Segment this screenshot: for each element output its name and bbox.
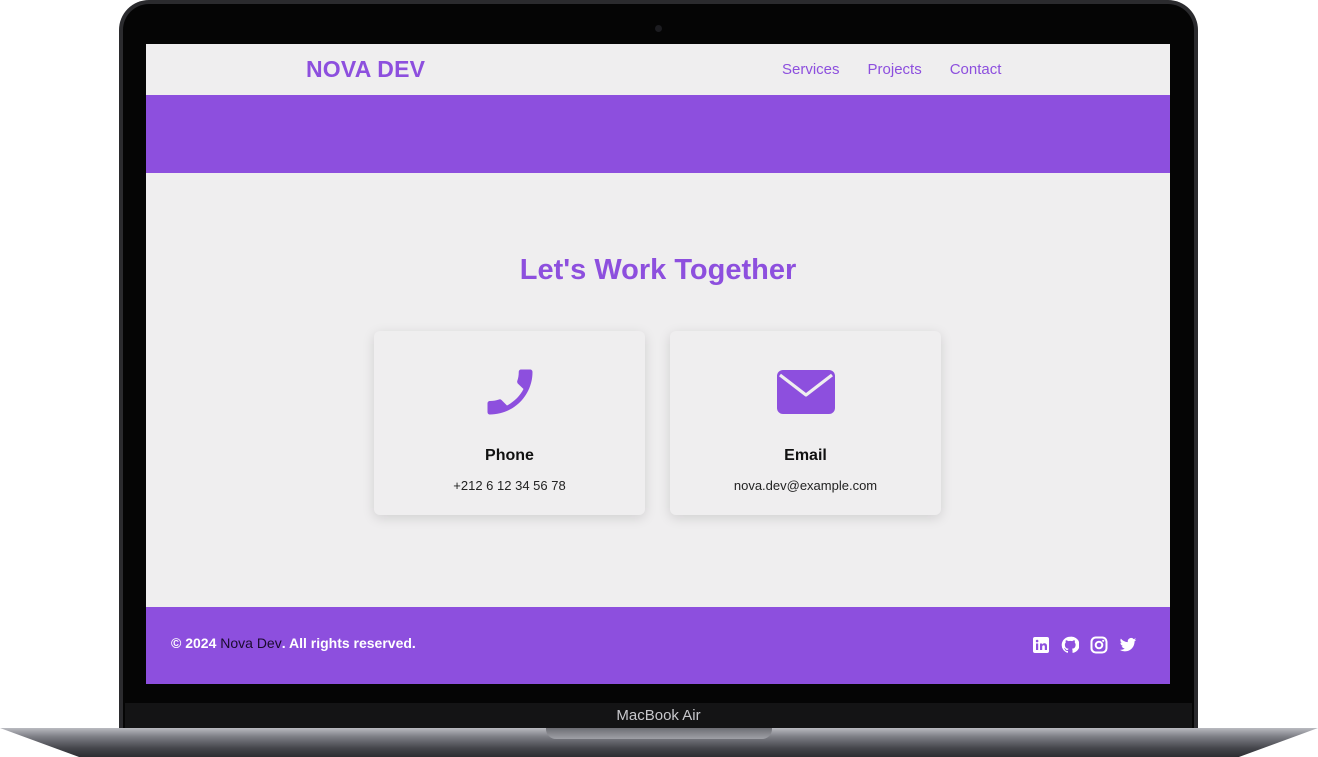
camera-icon: [655, 25, 662, 32]
envelope-icon: [776, 370, 835, 414]
card-value-email: nova.dev@example.com: [733, 478, 878, 493]
copyright-brand: Nova Dev: [220, 635, 282, 651]
nav-link-contact[interactable]: Contact: [950, 61, 1002, 78]
linkedin-icon[interactable]: [1032, 636, 1050, 654]
copyright-text: © 2024 Nova Dev. All rights reserved.: [171, 635, 416, 651]
laptop-notch: [546, 728, 772, 739]
card-value-phone: +212 6 12 34 56 78: [453, 478, 566, 493]
phone-icon: [487, 369, 532, 415]
contact-card-phone[interactable]: Phone +212 6 12 34 56 78: [374, 331, 645, 515]
section-title: Let's Work Together: [519, 254, 797, 286]
device-label: MacBook Air: [616, 707, 701, 724]
copyright-prefix: © 2024: [171, 635, 221, 651]
card-title-email: Email: [784, 447, 827, 464]
nav-links: Services Projects Contact: [782, 61, 1001, 78]
macbook-mockup: MacBook Air NOVA DEV Services Projects C…: [0, 0, 1318, 757]
site-logo[interactable]: NOVA DEV: [306, 56, 425, 83]
footer: © 2024 Nova Dev. All rights reserved.: [146, 607, 1170, 684]
github-icon[interactable]: [1061, 636, 1079, 654]
website-screen: NOVA DEV Services Projects Contact Let's…: [146, 44, 1170, 684]
nav-link-projects[interactable]: Projects: [868, 61, 922, 78]
contact-card-email[interactable]: Email nova.dev@example.com: [670, 331, 941, 515]
nav-link-services[interactable]: Services: [782, 61, 840, 78]
twitter-icon[interactable]: [1119, 636, 1137, 654]
instagram-icon[interactable]: [1090, 636, 1108, 654]
navbar: NOVA DEV Services Projects Contact: [146, 44, 1170, 95]
copyright-suffix: . All rights reserved.: [281, 635, 416, 651]
hero-band: [146, 95, 1170, 173]
laptop-chin: MacBook Air: [125, 703, 1192, 729]
social-links: [1032, 636, 1137, 654]
card-title-phone: Phone: [485, 447, 534, 464]
